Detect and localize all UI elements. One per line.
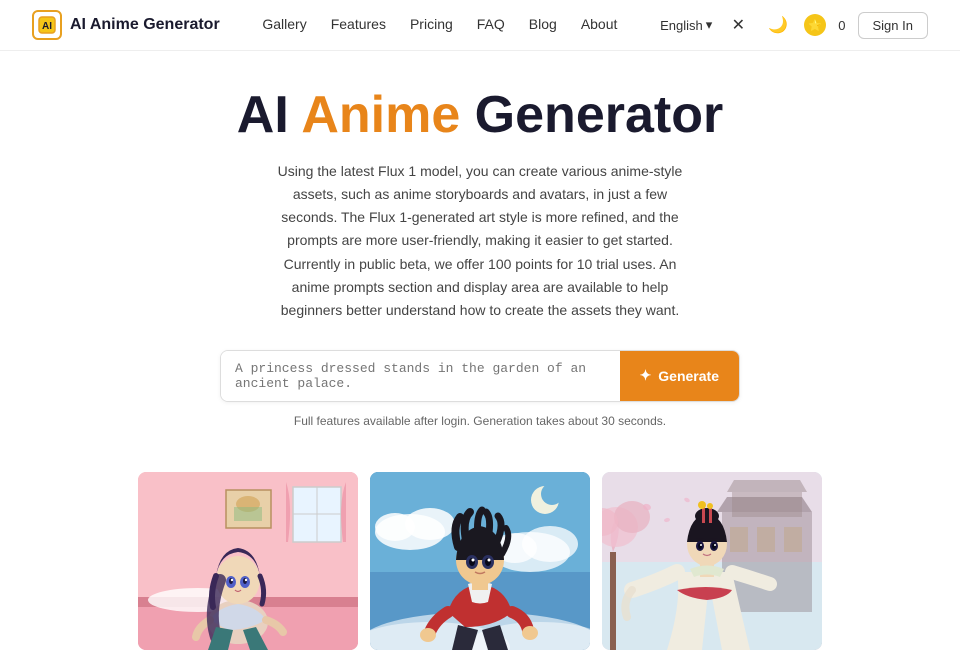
language-selector[interactable]: English ▾: [660, 17, 712, 33]
nav-links: Gallery Features Pricing FAQ Blog About: [262, 16, 617, 34]
hero-section: AI Anime Generator Using the latest Flux…: [0, 51, 960, 472]
generate-bar: ✦ Generate: [220, 350, 740, 402]
twitter-icon-button[interactable]: ✕: [724, 11, 752, 39]
generate-hint: Full features available after login. Gen…: [294, 414, 666, 428]
generate-button[interactable]: ✦ Generate: [620, 351, 739, 401]
nav-pricing[interactable]: Pricing: [410, 16, 453, 32]
coin-icon: ⭐: [808, 19, 822, 32]
nav-features[interactable]: Features: [331, 16, 386, 32]
generate-label: Generate: [658, 368, 719, 384]
sign-in-button[interactable]: Sign In: [858, 12, 928, 39]
language-label: English: [660, 18, 703, 33]
gallery-item-1: [138, 472, 358, 650]
prompt-input[interactable]: [221, 351, 620, 401]
gallery-item-2: [370, 472, 590, 650]
logo-icon: AI: [32, 10, 62, 40]
nav-right: English ▾ ✕ 🌙 ⭐ 0 Sign In: [660, 11, 928, 39]
nav-faq[interactable]: FAQ: [477, 16, 505, 32]
gallery-row: [0, 472, 960, 650]
wand-icon: ✦: [640, 367, 652, 384]
points-count: 0: [838, 18, 845, 33]
nav-blog[interactable]: Blog: [529, 16, 557, 32]
svg-text:AI: AI: [42, 21, 52, 32]
hero-description: Using the latest Flux 1 model, you can c…: [270, 160, 690, 322]
dark-mode-button[interactable]: 🌙: [764, 11, 792, 39]
nav-gallery[interactable]: Gallery: [262, 16, 306, 32]
nav-about[interactable]: About: [581, 16, 618, 32]
gallery-item-3: [602, 472, 822, 650]
hero-title-anime: Anime: [301, 86, 460, 144]
logo[interactable]: AI AI Anime Generator: [32, 10, 220, 40]
hero-title-generator: Generator: [460, 86, 723, 144]
chevron-down-icon: ▾: [706, 17, 713, 33]
hero-title-ai: AI: [237, 86, 302, 144]
points-badge: ⭐: [804, 14, 826, 36]
navbar: AI AI Anime Generator Gallery Features P…: [0, 0, 960, 51]
logo-text: AI Anime Generator: [70, 16, 220, 34]
hero-title: AI Anime Generator: [237, 87, 723, 144]
